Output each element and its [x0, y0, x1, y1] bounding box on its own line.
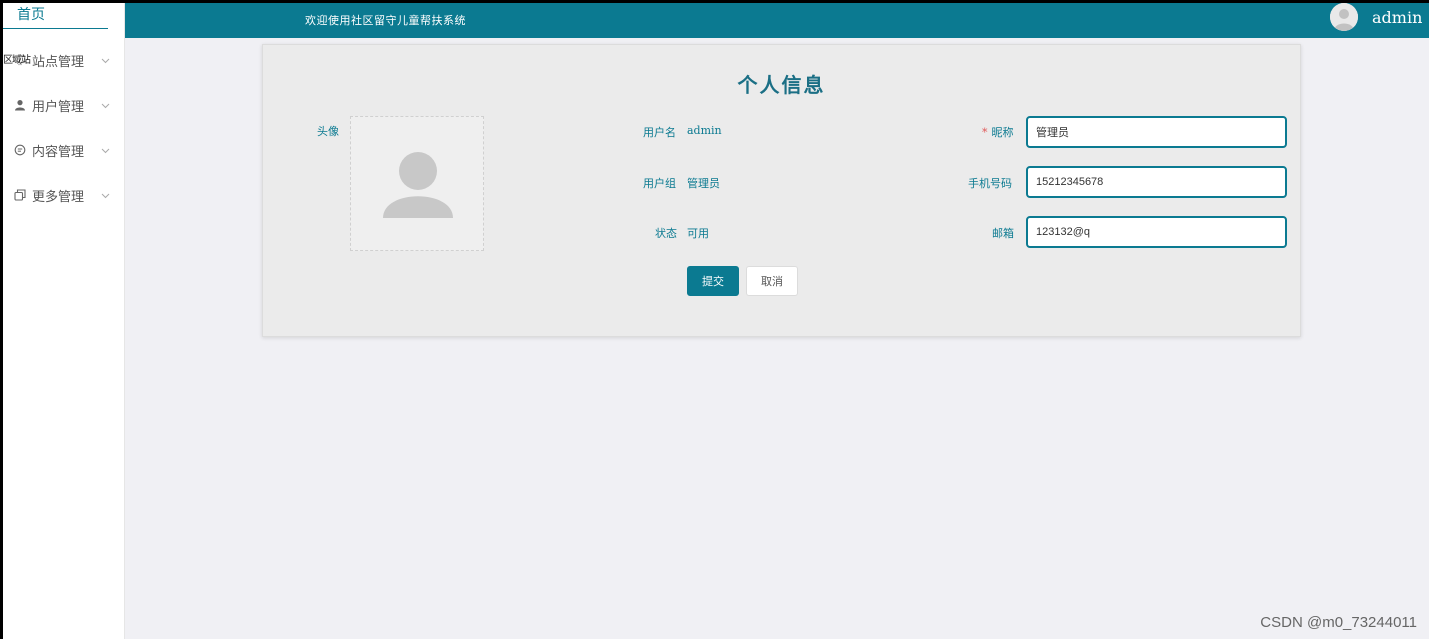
sidebar-home-link[interactable]: 首页 [3, 3, 108, 29]
sidebar-item-user-management[interactable]: 用户管理 [3, 90, 125, 120]
email-input[interactable] [1026, 216, 1287, 248]
sidebar-overlay-text: 区域站 [3, 51, 31, 66]
chevron-down-icon [101, 98, 111, 109]
sidebar-item-label: 站点管理 [32, 54, 85, 70]
nickname-input[interactable] [1026, 116, 1287, 148]
chevron-down-icon [101, 143, 111, 154]
default-avatar-icon [1330, 3, 1358, 31]
top-header: 欢迎使用社区留守儿童帮扶系统 admin [125, 3, 1429, 38]
system-title: 欢迎使用社区留守儿童帮扶系统 [305, 14, 466, 27]
nickname-label: * 昵称 [982, 126, 1014, 139]
username-label: 用户名 [643, 126, 676, 139]
sidebar-item-label: 内容管理 [32, 144, 85, 160]
submit-button[interactable]: 提交 [687, 266, 739, 296]
status-value: 可用 [687, 227, 709, 240]
phone-input[interactable] [1026, 166, 1287, 198]
status-label: 状态 [655, 227, 677, 240]
chevron-down-icon [101, 53, 111, 64]
sidebar-item-content-management[interactable]: 内容管理 [3, 135, 125, 165]
sidebar: 首页 区域站 站点管理 用户管理 内容管理 更多管理 [3, 3, 125, 639]
copy-icon [13, 188, 27, 202]
email-label: 邮箱 [992, 227, 1014, 240]
group-label: 用户组 [643, 177, 676, 190]
required-asterisk: * [982, 126, 988, 139]
avatar-label: 头像 [317, 125, 339, 138]
app-window: 首页 区域站 站点管理 用户管理 内容管理 更多管理 欢迎使用社区留守儿童帮扶系… [3, 3, 1429, 639]
avatar-upload[interactable] [350, 116, 484, 251]
group-value: 管理员 [687, 177, 720, 190]
page-title: 个人信息 [737, 73, 826, 97]
sidebar-item-more-management[interactable]: 更多管理 [3, 180, 125, 210]
chat-icon [13, 143, 27, 157]
sidebar-item-label: 用户管理 [32, 99, 85, 115]
watermark: CSDN @m0_73244011 [1260, 614, 1417, 631]
cancel-button[interactable]: 取消 [746, 266, 798, 296]
username-value: admin [687, 124, 722, 137]
phone-label: 手机号码 [968, 177, 1012, 190]
sidebar-item-label: 更多管理 [32, 189, 85, 205]
chevron-down-icon [101, 188, 111, 199]
user-avatar[interactable] [1330, 3, 1358, 31]
header-username[interactable]: admin [1372, 8, 1422, 27]
user-icon [13, 98, 27, 112]
avatar-placeholder-icon [383, 152, 453, 218]
profile-card: 个人信息 头像 用户名 admin 用户组 管理员 状态 可用 *昵称 手机号码… [262, 44, 1301, 337]
